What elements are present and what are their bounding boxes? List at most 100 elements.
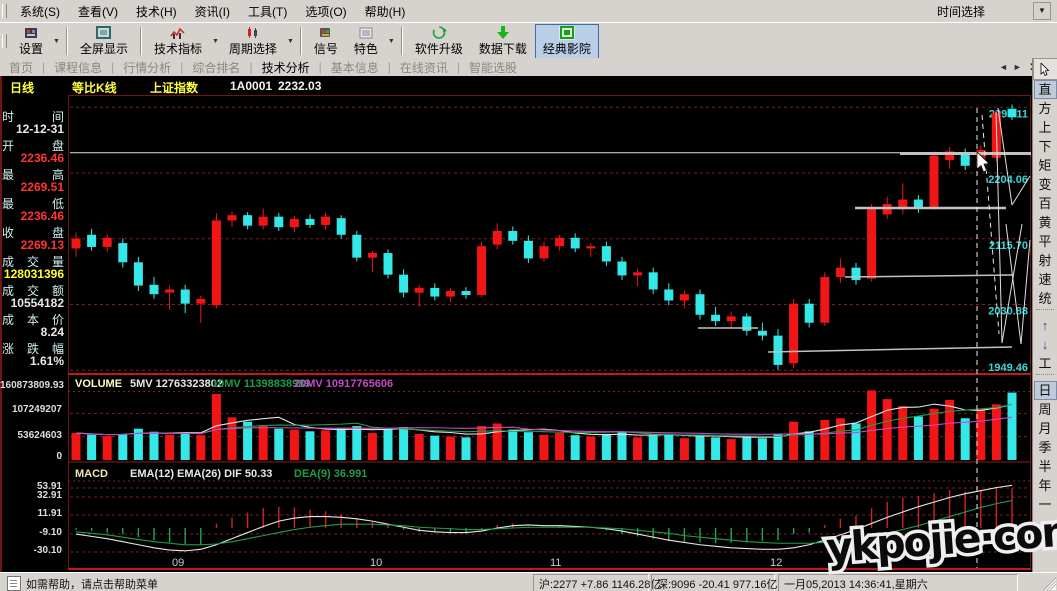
volume-bar [898, 406, 907, 460]
chevron-down-icon[interactable]: ▼ [1033, 2, 1051, 20]
volume-bar [883, 399, 892, 460]
upgrade-icon [431, 25, 447, 40]
menu-item[interactable]: 资讯(I) [186, 1, 239, 22]
candle-body [274, 217, 283, 228]
volume-bar [1008, 393, 1017, 460]
tab-bar: 首页|课程信息|行情分析|综合排名|技术分析|基本信息|在线资讯|智能选股 [0, 58, 1032, 76]
toolbar-grip[interactable] [2, 34, 7, 48]
menu-item[interactable]: 工具(T) [239, 1, 296, 22]
macd-axis-label: 11.91 [0, 508, 62, 519]
tab-技术分析[interactable]: 技术分析 [253, 59, 319, 76]
draw-tool-平[interactable]: 平 [1034, 232, 1057, 251]
quote-label: 成交额 [2, 282, 64, 296]
volume-bar [774, 434, 783, 460]
candle-body [696, 294, 705, 315]
quote-field: 成交量128031396 [2, 253, 64, 282]
chevron-down-icon[interactable]: ▼ [386, 38, 397, 45]
resize-grip[interactable] [1043, 577, 1056, 590]
draw-tool-射[interactable]: 射 [1034, 251, 1057, 270]
tab-基本信息[interactable]: 基本信息 [322, 59, 388, 76]
volume-bar [961, 418, 970, 460]
candle-body [212, 220, 221, 305]
toolbar-button-settings[interactable]: 设置 [11, 24, 51, 59]
menu-item[interactable]: 技术(H) [127, 1, 186, 22]
period-日[interactable]: 日 [1034, 381, 1057, 400]
quote-label: 开盘 [2, 137, 64, 151]
menu-items: 系统(S)查看(V)技术(H)资讯(I)工具(T)选项(O)帮助(H) [11, 1, 414, 22]
quote-panel: 时间12-12-31开盘2236.46最高2269.51最低2236.46收盘2… [2, 108, 64, 369]
volume-bar [649, 436, 658, 460]
quote-value: 2236.46 [2, 151, 64, 165]
menu-item[interactable]: 查看(V) [69, 1, 127, 22]
candle-body [290, 219, 299, 227]
tab-next-button[interactable]: ► [1012, 62, 1023, 72]
toolbar-button-signal[interactable]: 信号 [306, 24, 346, 59]
chevron-down-icon[interactable]: ▼ [210, 38, 221, 45]
chevron-down-icon[interactable]: ▼ [51, 38, 62, 45]
price-volume-macd-chart[interactable]: 2296.112204.062115.702030.881949.4609101… [68, 95, 1032, 572]
scale-type-label[interactable]: 等比K线 [72, 79, 117, 96]
candle-body [321, 217, 330, 225]
volume-bar [399, 427, 408, 460]
toolbar-button-period[interactable]: 周期选择 [221, 24, 285, 59]
candle-body [430, 288, 439, 297]
quote-field: 收盘2269.13 [2, 224, 64, 253]
candle-body [524, 241, 533, 259]
period-季[interactable]: 季 [1034, 438, 1057, 457]
period-半[interactable]: 半 [1034, 457, 1057, 476]
style-tool[interactable]: 工 [1034, 354, 1057, 373]
tab-在线资讯[interactable]: 在线资讯 [391, 59, 457, 76]
period-月[interactable]: 月 [1034, 419, 1057, 438]
period-label[interactable]: 日线 [10, 79, 34, 96]
quote-field: 成本价8.24 [2, 311, 64, 340]
toolbar-button-cinema[interactable]: 经典影院 [535, 24, 599, 59]
volume-bar [259, 425, 268, 460]
quote-field: 最低2236.46 [2, 195, 64, 224]
toolbar-button-label: 信号 [314, 40, 338, 57]
volume-bar [680, 438, 689, 460]
draw-tool-速[interactable]: 速 [1034, 270, 1057, 289]
volume-bar [820, 420, 829, 460]
volume-axis-label: 160873809.93 [0, 380, 62, 391]
toolbar-button-upgrade[interactable]: 软件升级 [407, 24, 471, 59]
chevron-down-icon[interactable]: ▼ [285, 38, 296, 45]
up-arrow-tool[interactable]: ↑ [1034, 316, 1057, 335]
draw-tool-矩[interactable]: 矩 [1034, 156, 1057, 175]
quote-value: 12-12-31 [2, 122, 64, 136]
draw-tool-百[interactable]: 百 [1034, 194, 1057, 213]
volume-bar [930, 409, 939, 460]
toolbar-button-indicator[interactable]: 技术指标 [146, 24, 210, 59]
period-周[interactable]: 周 [1034, 400, 1057, 419]
volume-axis-label: 53624603 [0, 430, 62, 441]
toolbar-button-label: 周期选择 [229, 40, 277, 57]
tab-综合排名[interactable]: 综合排名 [183, 59, 249, 76]
tab-行情分析[interactable]: 行情分析 [114, 59, 180, 76]
volume-bar [711, 437, 720, 460]
tab-首页[interactable]: 首页 [0, 59, 42, 76]
tab-智能选股[interactable]: 智能选股 [460, 59, 526, 76]
time-select-dropdown[interactable]: 时间选择 ▼ [937, 2, 1051, 20]
draw-tool-直[interactable]: 直 [1034, 80, 1057, 99]
down-arrow-tool[interactable]: ↓ [1034, 335, 1057, 354]
toolbar-separator [401, 27, 403, 55]
draw-tool-方[interactable]: 方 [1034, 99, 1057, 118]
period-年[interactable]: 年 [1034, 476, 1057, 495]
menu-item[interactable]: 选项(O) [296, 1, 355, 22]
draw-tool-下[interactable]: 下 [1034, 137, 1057, 156]
cursor-tool-button[interactable] [1033, 58, 1057, 80]
draw-tool-统[interactable]: 统 [1034, 289, 1057, 308]
toolbar-button-fullscreen[interactable]: 全屏显示 [72, 24, 136, 59]
tab-课程信息[interactable]: 课程信息 [45, 59, 111, 76]
toolbar-button-feature[interactable]: 特色 [346, 24, 386, 59]
candle-body [820, 277, 829, 323]
quote-field: 开盘2236.46 [2, 137, 64, 166]
toolbar-button-download[interactable]: 数据下载 [471, 24, 535, 59]
tab-prev-button[interactable]: ◄ [998, 62, 1009, 72]
menu-item[interactable]: 帮助(H) [356, 1, 415, 22]
draw-tool-上[interactable]: 上 [1034, 118, 1057, 137]
draw-tool-变[interactable]: 变 [1034, 175, 1057, 194]
menubar-grip[interactable] [2, 4, 7, 18]
time-select-label: 时间选择 [937, 3, 1033, 20]
menu-item[interactable]: 系统(S) [11, 1, 69, 22]
draw-tool-黄[interactable]: 黄 [1034, 213, 1057, 232]
